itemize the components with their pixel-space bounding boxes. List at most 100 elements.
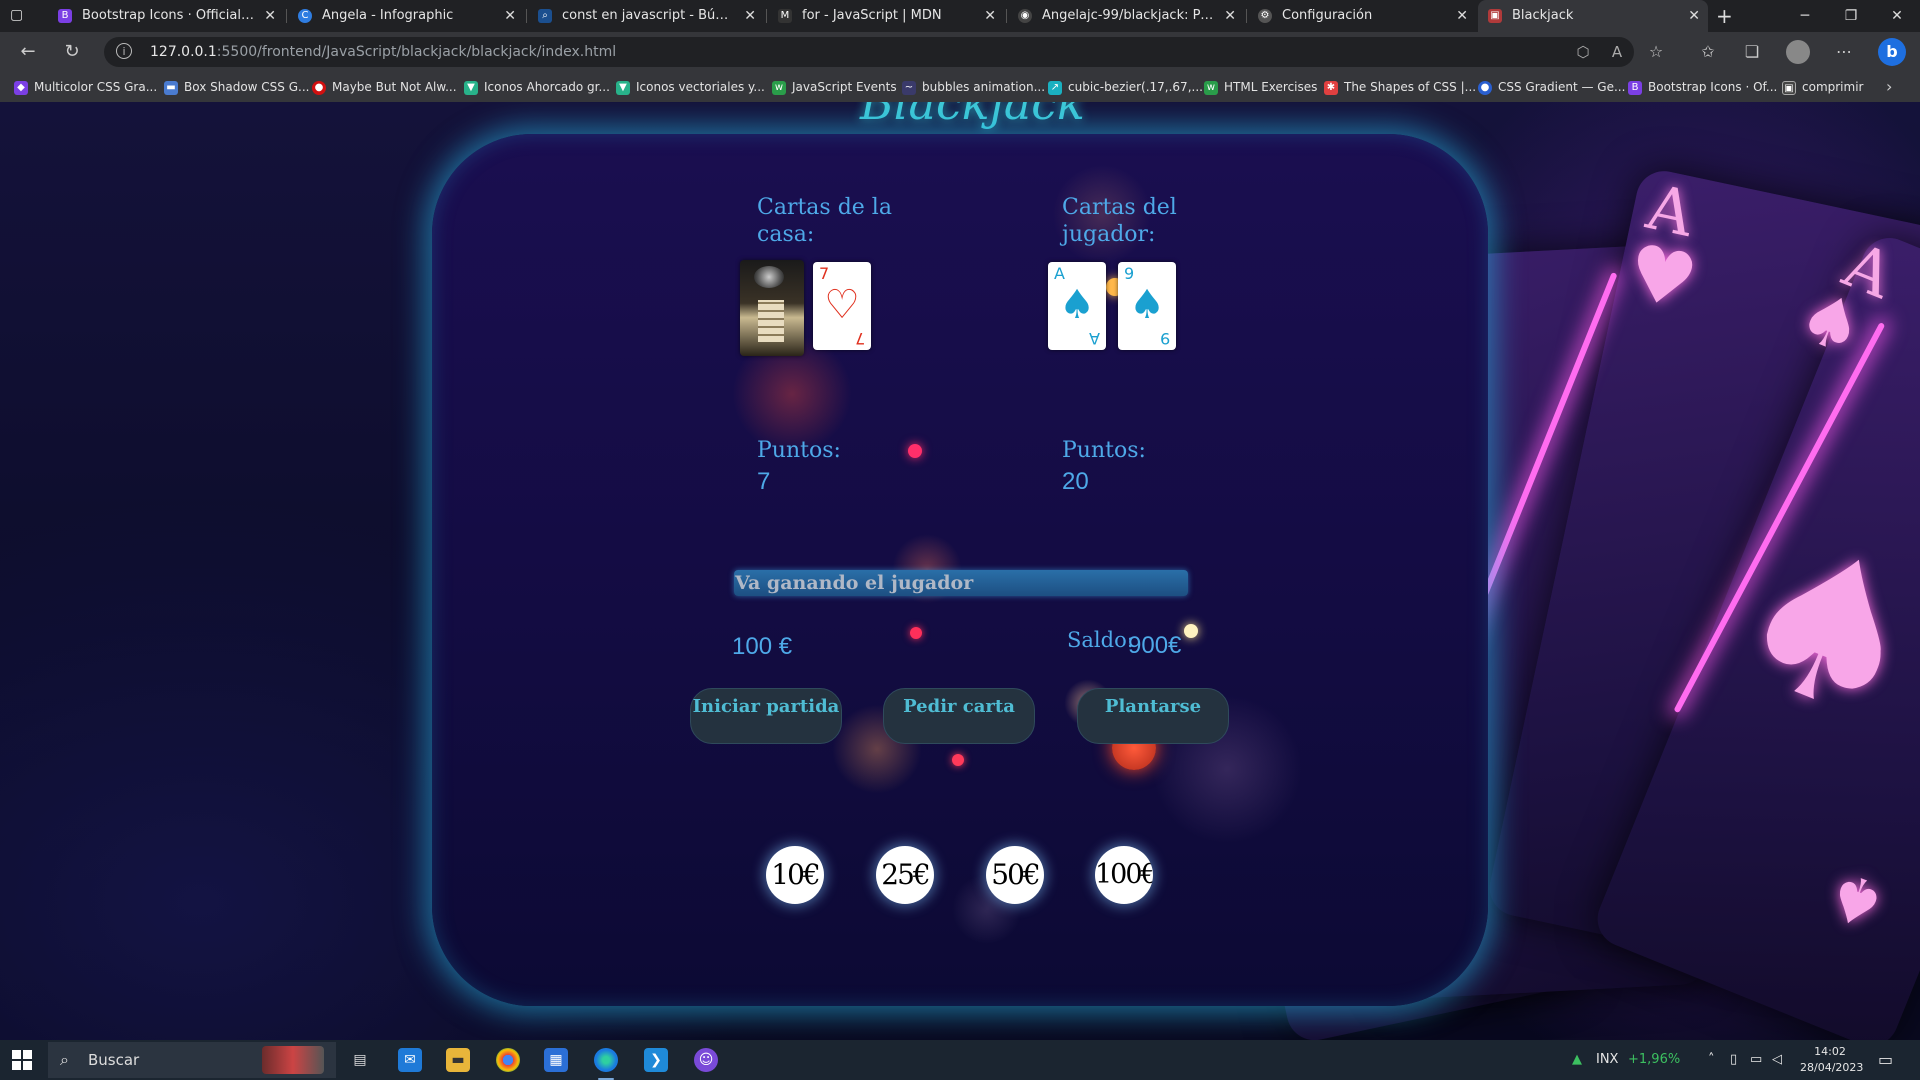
bookmark-multicolor-css[interactable]: ◆ Multicolor CSS Gra... [14,72,157,102]
close-tab-icon[interactable]: ✕ [504,0,516,32]
canva-favicon-icon: C [298,9,312,23]
profile-avatar[interactable] [1786,40,1810,64]
system-clock[interactable]: 14:02 28/04/2023 [1800,1044,1863,1076]
microsoft-store-icon[interactable]: ▦ [544,1048,568,1072]
tray-device-icon[interactable]: ▯ [1730,1040,1737,1080]
bookmark-box-shadow[interactable]: ▬ Box Shadow CSS G... [164,72,309,102]
chrome-icon[interactable] [496,1048,520,1072]
chip-25[interactable]: 25€ [876,846,934,904]
bookmark-css-gradient[interactable]: ● CSS Gradient — Ge... [1478,72,1625,102]
chip-100[interactable]: 100€ [1095,846,1153,904]
task-view-icon[interactable]: ▤ [348,1048,372,1072]
card-back-castle [758,300,784,342]
network-icon[interactable]: ▭ [1750,1040,1762,1080]
close-window-icon[interactable]: ✕ [1874,0,1920,32]
bookmark-iconos-ahorcado[interactable]: ▼ Iconos Ahorcado gr... [464,72,610,102]
chip-10[interactable]: 10€ [766,846,824,904]
tab-bootstrap-icons[interactable]: B Bootstrap Icons · Official open sc ✕ [48,0,284,32]
tab-divider [1006,9,1007,23]
house-points-label: Puntos: [757,438,841,463]
bookmark-icon: ▣ [1782,80,1796,95]
bookmark-iconos-vectoriales[interactable]: ▼ Iconos vectoriales y... [616,72,765,102]
tab-divider [1246,9,1247,23]
minimize-icon[interactable]: ─ [1782,0,1828,32]
tray-chevron-up-icon[interactable]: ˄ [1708,1040,1715,1080]
search-highlight-image [262,1046,324,1074]
mdn-favicon-icon: M [778,9,792,23]
tab-blackjack[interactable]: ▣ Blackjack ✕ [1478,0,1708,32]
stand-button[interactable]: Plantarse [1077,688,1229,744]
stock-chart-icon[interactable]: ▲ [1572,1040,1582,1080]
card-rank: 9 [1159,329,1170,348]
reload-icon[interactable]: ↻ [60,40,84,64]
taskbar-search[interactable]: ⌕ Buscar [48,1042,336,1078]
stock-name[interactable]: INX [1596,1040,1618,1080]
close-tab-icon[interactable]: ✕ [744,0,756,32]
tab-angela-infographic[interactable]: C Angela - Infographic ✕ [288,0,524,32]
tab-mdn-for[interactable]: M for - JavaScript | MDN ✕ [768,0,1004,32]
bookmark-label: Iconos vectoriales y... [636,80,765,94]
add-favorite-icon[interactable]: ☆ [1644,40,1668,64]
bookmark-label: Multicolor CSS Gra... [34,80,158,94]
windows-start-icon[interactable] [12,1050,32,1070]
mail-icon[interactable]: ✉ [398,1048,422,1072]
bookmark-maybe-but-not[interactable]: ● Maybe But Not Alw... [312,72,457,102]
balance-label: Saldo: [1067,628,1134,652]
bookmark-comprimir[interactable]: ▣ comprimir [1782,72,1863,102]
bookmark-bubbles-animation[interactable]: ~ bubbles animation... [902,72,1045,102]
bookmark-label: CSS Gradient — Ge... [1498,80,1626,94]
tab-actions-icon[interactable]: ▢ [10,7,40,25]
bookmark-icon: ● [1478,80,1492,95]
house-cards-title: Cartas de la casa: [757,195,892,247]
bookmark-html-exercises[interactable]: w HTML Exercises [1204,72,1317,102]
card-rank: 7 [854,329,865,348]
chevron-right-icon[interactable]: › [1886,72,1892,102]
bookmark-javascript-events[interactable]: w JavaScript Events [772,72,897,102]
address-bar[interactable]: i 127.0.0.1:5500/frontend/JavaScript/bla… [104,37,1634,67]
new-tab-icon[interactable]: + [1716,0,1733,32]
more-options-icon[interactable]: ⋯ [1832,40,1856,64]
close-tab-icon[interactable]: ✕ [1224,0,1236,32]
spade-suit-icon: ♠ [1059,282,1095,328]
chip-50[interactable]: 50€ [986,846,1044,904]
site-info-icon[interactable]: i [116,43,132,59]
tab-const-search[interactable]: ⌕ const en javascript - Búsqueda ✕ [528,0,764,32]
bookmark-shapes-of-css[interactable]: ✱ The Shapes of CSS |... [1324,72,1476,102]
tab-divider [766,9,767,23]
bookmark-bootstrap-icons[interactable]: B Bootstrap Icons · Of... [1628,72,1777,102]
bing-chat-icon[interactable]: b [1878,38,1906,66]
hit-button[interactable]: Pedir carta [883,688,1035,744]
notifications-icon[interactable]: ▭ [1878,1040,1893,1080]
vscode-icon[interactable]: ❯ [644,1048,668,1072]
collections-icon[interactable]: ❏ [1740,40,1764,64]
discord-icon[interactable]: ☺ [694,1048,718,1072]
bookmark-cubic-bezier[interactable]: ↗ cubic-bezier(.17,.67,... [1048,72,1203,102]
bootstrap-favicon-icon: B [58,9,72,23]
back-icon[interactable]: ← [16,40,40,64]
player-card-ace-spades: A ♠ A [1048,262,1106,350]
tab-github-blackjack[interactable]: ◉ Angelajc-99/blackjack: Proyecto ✕ [1008,0,1244,32]
read-aloud-icon[interactable]: A [1606,41,1628,63]
status-message: Va ganando el jugador [735,572,974,594]
bookmark-icon: ▼ [616,80,630,95]
favorites-icon[interactable]: ✩ [1696,40,1720,64]
bookmark-icon: ↗ [1048,80,1062,95]
close-tab-icon[interactable]: ✕ [1688,0,1700,32]
url-text[interactable]: 127.0.0.1:5500/frontend/JavaScript/black… [150,37,616,67]
restore-icon[interactable]: ❐ [1828,0,1874,32]
close-tab-icon[interactable]: ✕ [984,0,996,32]
status-message-bar: Va ganando el jugador [734,570,1188,596]
bokeh-dot [1184,624,1198,638]
edge-icon[interactable] [594,1048,618,1072]
card-back-skull [754,266,784,288]
file-explorer-icon[interactable]: ▬ [446,1048,470,1072]
bookmark-label: Maybe But Not Alw... [332,80,457,94]
close-tab-icon[interactable]: ✕ [264,0,276,32]
tab-title: for - JavaScript | MDN [802,8,942,23]
volume-icon[interactable]: ◁ [1772,1040,1782,1080]
close-tab-icon[interactable]: ✕ [1456,0,1468,32]
tracking-prevention-icon[interactable]: ⬡ [1572,41,1594,63]
tab-configuracion[interactable]: ⚙ Configuración ✕ [1248,0,1476,32]
player-points-label: Puntos: [1062,438,1146,463]
start-game-button[interactable]: Iniciar partida [690,688,842,744]
